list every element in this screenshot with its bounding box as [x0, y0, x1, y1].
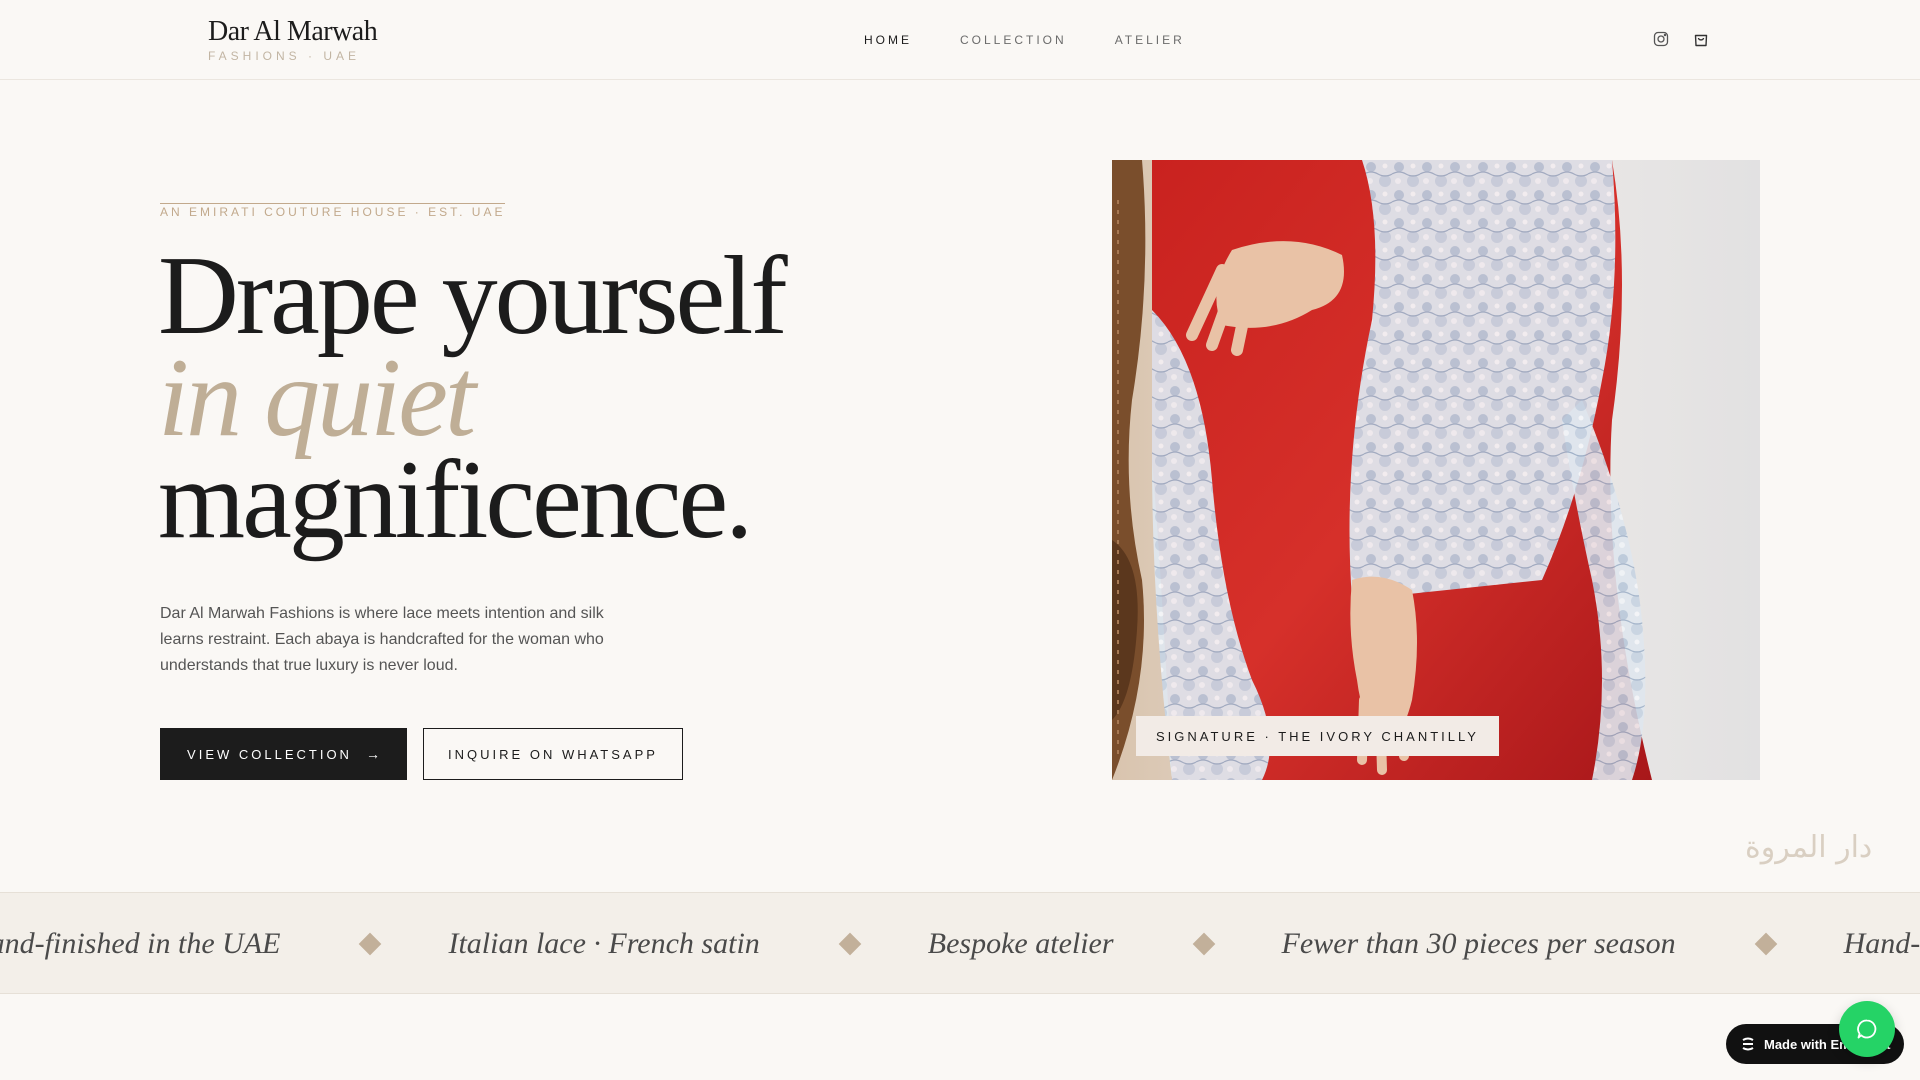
headline-line-2: in quiet: [158, 336, 476, 460]
hero-eyebrow: AN EMIRATI COUTURE HOUSE · EST. UAE: [160, 203, 506, 219]
headline-line-3: magnificence.: [158, 438, 753, 562]
diamond-separator-icon: [1754, 932, 1777, 956]
brand-subtitle: FASHIONS · UAE: [208, 49, 361, 63]
hero-headline: Drape yourself in quiet magnificence.: [158, 234, 788, 562]
nav-item-atelier[interactable]: ATELIER: [1115, 33, 1185, 47]
nav-item-collection[interactable]: COLLECTION: [960, 33, 1067, 47]
brand-name: Dar Al Marwah: [208, 16, 378, 47]
hero-intro: Dar Al Marwah Fashions is where lace mee…: [160, 605, 604, 674]
emergent-logo-icon: [1740, 1036, 1756, 1052]
site-header: Dar Al Marwah FASHIONS · UAE HOME COLLEC…: [0, 0, 1920, 80]
main-nav: HOME COLLECTION ATELIER: [864, 33, 1185, 47]
diamond-separator-icon: [359, 932, 382, 956]
inquire-whatsapp-label: INQUIRE ON WHATSAPP: [448, 746, 658, 762]
diamond-separator-icon: [1192, 932, 1215, 956]
instagram-icon[interactable]: [1652, 30, 1670, 48]
header-icons: [1652, 30, 1710, 48]
marquee-item: Hand-finished in the UAE: [1843, 927, 1920, 960]
view-collection-label: VIEW COLLECTION: [187, 746, 352, 762]
chat-bubble-icon: [1855, 1017, 1879, 1041]
marquee-item: Hand-finished in the UAE: [0, 927, 281, 960]
marquee-item: Italian lace · French satin: [448, 927, 760, 960]
view-collection-button[interactable]: VIEW COLLECTION →: [160, 728, 407, 780]
nav-item-home[interactable]: HOME: [864, 33, 912, 47]
inquire-whatsapp-button[interactable]: INQUIRE ON WHATSAPP: [423, 728, 683, 780]
arabic-wordmark: دار المروة: [1745, 830, 1873, 865]
headline-line-1: Drape yourself: [158, 234, 788, 358]
diamond-separator-icon: [838, 932, 862, 956]
brand-logo[interactable]: Dar Al Marwah FASHIONS · UAE: [208, 16, 378, 63]
marquee-item: Fewer than 30 pieces per season: [1281, 927, 1676, 960]
image-caption: SIGNATURE · THE IVORY CHANTILLY: [1136, 716, 1499, 756]
hero-image: SIGNATURE · THE IVORY CHANTILLY: [1112, 160, 1760, 780]
whatsapp-chat-button[interactable]: [1839, 1001, 1895, 1057]
abaya-photo: [1112, 160, 1760, 780]
marquee-item: Bespoke atelier: [927, 927, 1114, 960]
arrow-right-icon: →: [365, 746, 380, 762]
marquee-strip: Hand-finished in the UAE Italian lace · …: [0, 892, 1920, 994]
marquee-track: Hand-finished in the UAE Italian lace · …: [0, 893, 1920, 993]
shopping-bag-icon[interactable]: [1692, 30, 1710, 48]
